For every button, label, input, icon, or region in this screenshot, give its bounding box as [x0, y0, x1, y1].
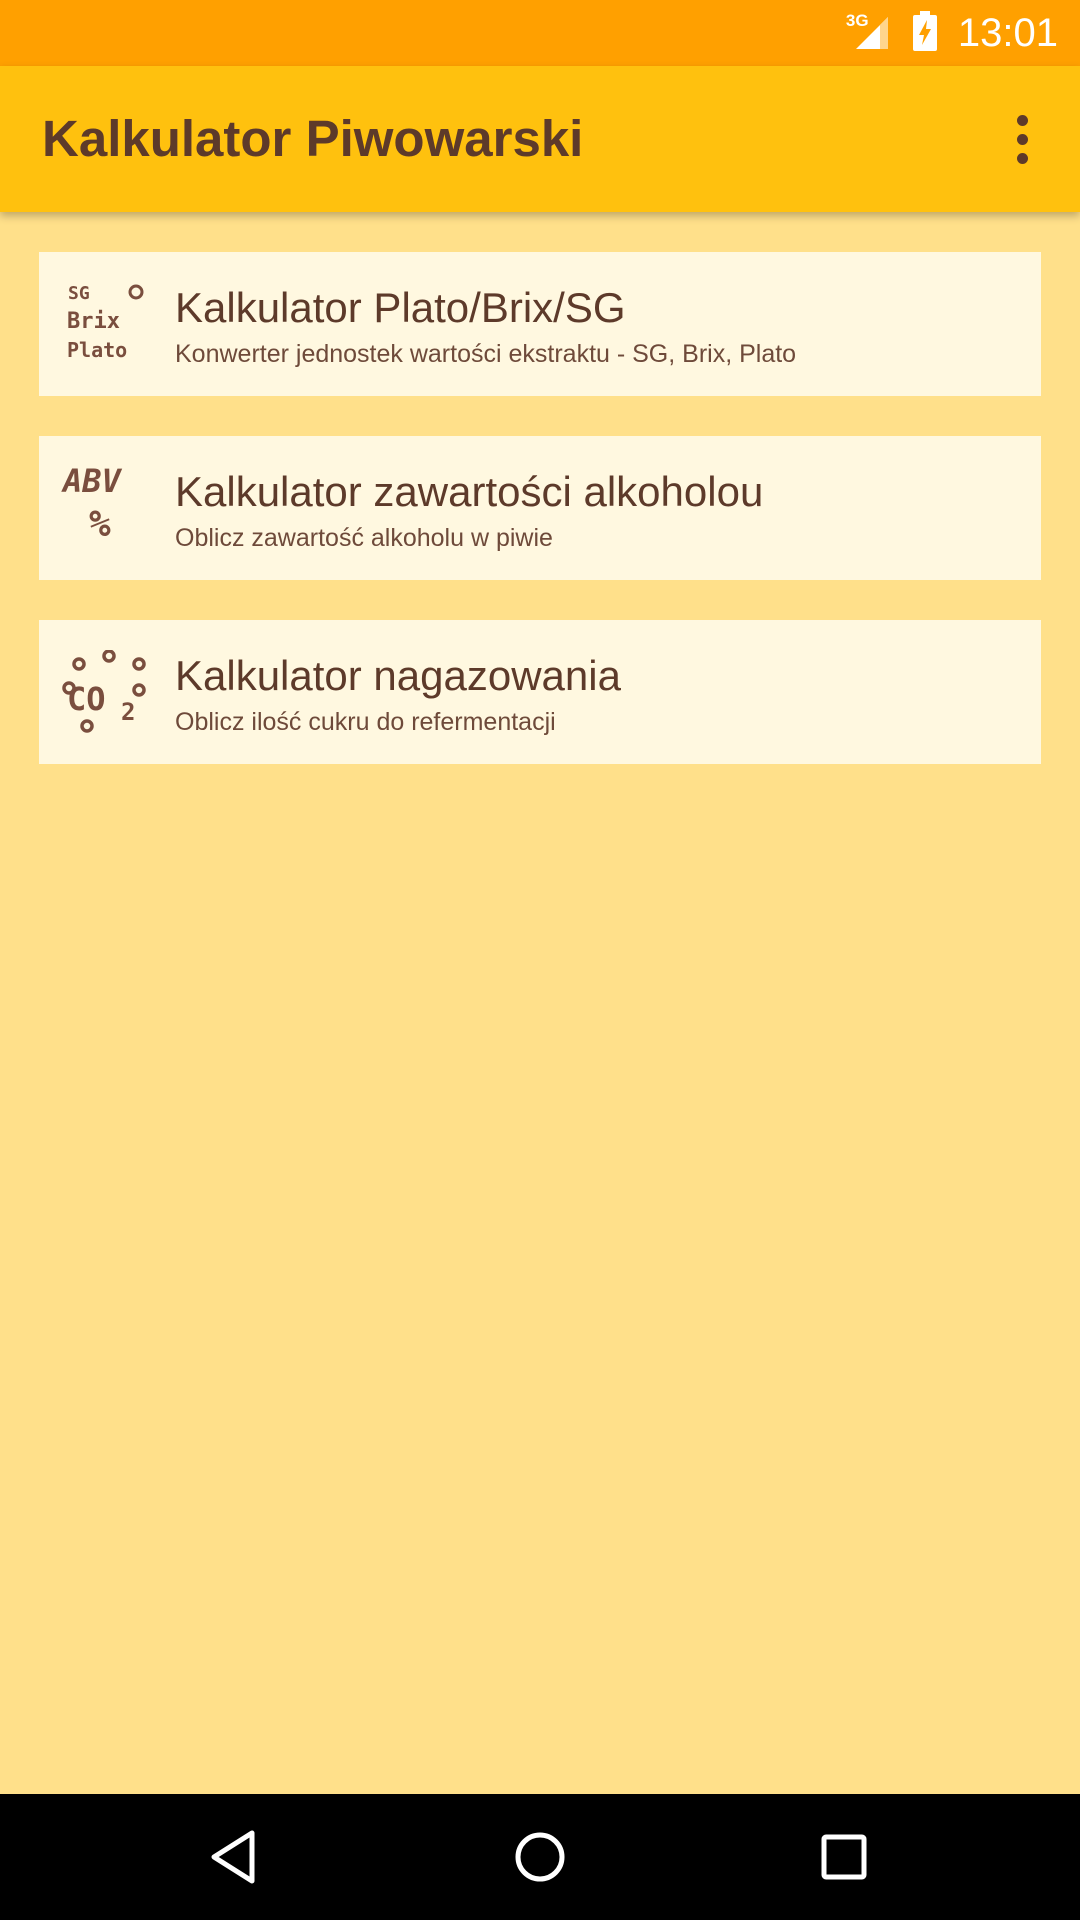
menu-dot — [1016, 133, 1028, 145]
icon-co2-sub-text: 2 — [121, 698, 135, 726]
status-bar: 3G 13:01 — [0, 0, 1080, 66]
icon-co2-text: CO — [67, 680, 106, 718]
card-title: Kalkulator zawartości alkoholou — [175, 468, 764, 515]
status-clock: 13:01 — [957, 10, 1058, 55]
back-icon[interactable] — [206, 1827, 266, 1887]
icon-plato-text: Plato — [67, 338, 127, 362]
card-title: Kalkulator Plato/Brix/SG — [175, 284, 626, 331]
menu-dot — [1016, 114, 1028, 126]
calculator-item-abv[interactable]: ABV % Kalkulator zawartości alkoholou Ob… — [39, 436, 1041, 580]
recent-apps-icon[interactable] — [814, 1827, 874, 1887]
card-subtitle: Oblicz ilość cukru do refermentacji — [175, 708, 556, 736]
card-text: Kalkulator zawartości alkoholou Oblicz z… — [175, 466, 1021, 554]
card-text: Kalkulator Plato/Brix/SG Konwerter jedno… — [175, 282, 1021, 370]
card-title: Kalkulator nagazowania — [175, 652, 621, 699]
status-icons: 3G 13:01 — [845, 0, 1058, 66]
icon-percent-text: % — [89, 504, 111, 545]
calculator-list: SG Brix Plato Kalkulator Plato/Brix/SG K… — [39, 252, 1041, 804]
sg-brix-plato-icon: SG Brix Plato — [61, 282, 147, 368]
icon-abv-text: ABV — [61, 466, 123, 500]
icon-brix-text: Brix — [67, 309, 120, 334]
calculator-item-plato-brix-sg[interactable]: SG Brix Plato Kalkulator Plato/Brix/SG K… — [39, 252, 1041, 396]
app-bar: Kalkulator Piwowarski — [0, 66, 1080, 212]
navigation-bar — [0, 1794, 1080, 1920]
co2-bubbles-icon: CO 2 — [61, 649, 147, 736]
menu-dot — [1016, 152, 1028, 164]
home-icon[interactable] — [510, 1827, 570, 1887]
overflow-menu-icon[interactable] — [986, 103, 1058, 175]
card-text: Kalkulator nagazowania Oblicz ilość cukr… — [175, 650, 1021, 738]
abv-percent-icon: ABV % — [61, 462, 147, 552]
card-subtitle: Oblicz zawartość alkoholu w piwie — [175, 524, 553, 552]
icon-sg-text: SG — [68, 283, 90, 304]
signal-3g-icon: 3G — [845, 11, 892, 53]
network-type: 3G — [845, 11, 869, 30]
app-title: Kalkulator Piwowarski — [42, 110, 584, 167]
card-subtitle: Konwerter jednostek wartości ekstraktu -… — [175, 340, 797, 368]
battery-charging-icon — [912, 10, 938, 56]
calculator-item-carbonation[interactable]: CO 2 Kalkulator nagazowania Oblicz ilość… — [39, 620, 1041, 764]
